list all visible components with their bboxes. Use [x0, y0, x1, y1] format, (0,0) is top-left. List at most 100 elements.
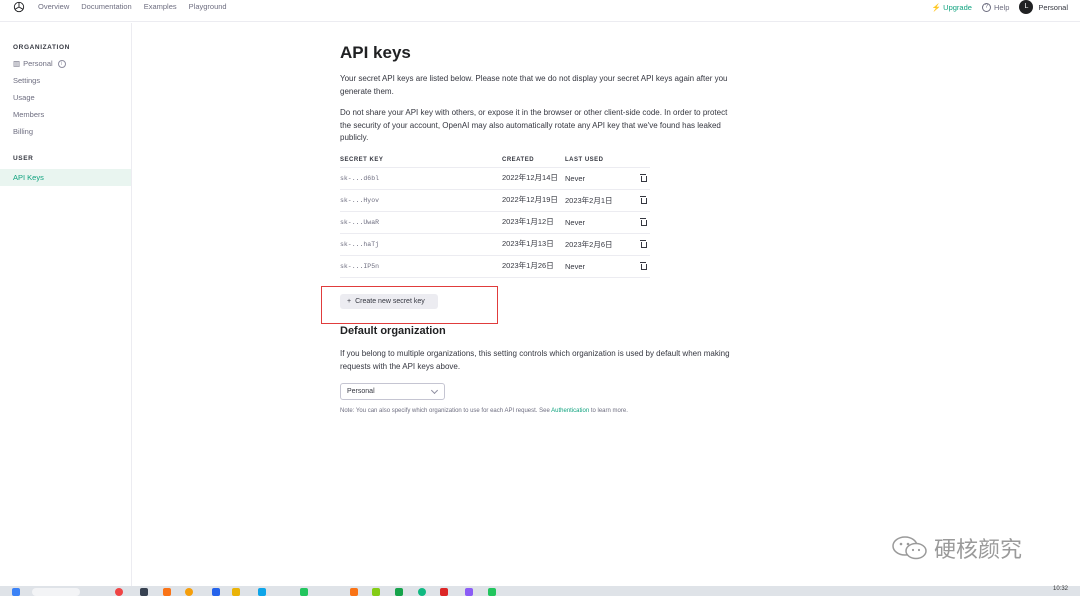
table-row: sk-...Hyov 2022年12月19日 2023年2月1日: [340, 189, 650, 212]
note-suffix: to learn more.: [589, 408, 628, 414]
delete-cell: [635, 255, 650, 278]
taskbar: 10:32: [0, 586, 1080, 596]
page-title: API keys: [340, 43, 411, 62]
taskbar-app-icon[interactable]: [488, 588, 496, 596]
sidebar-heading-user: USER: [13, 155, 34, 162]
default-organization-text: If you belong to multiple organizations,…: [340, 349, 730, 371]
taskbar-clock: 10:32: [1052, 586, 1068, 592]
taskbar-app-icon[interactable]: [465, 588, 473, 596]
last-used-cell: Never: [565, 167, 635, 190]
create-button-label: Create new secret key: [355, 298, 425, 305]
taskbar-app-icon[interactable]: [212, 588, 220, 596]
key-cell: sk-...d6bl: [340, 167, 502, 190]
sidebar-org-name: Personal: [23, 59, 53, 68]
created-cell: 2023年1月13日: [502, 233, 565, 256]
last-used-cell: 2023年2月1日: [565, 189, 635, 212]
nav-documentation[interactable]: Documentation: [81, 2, 131, 11]
sidebar-item-members[interactable]: Members: [13, 110, 44, 119]
taskbar-app-icon[interactable]: [350, 588, 358, 596]
table-header-row: SECRET KEY CREATED LAST USED: [340, 153, 650, 168]
trash-icon[interactable]: [639, 261, 647, 270]
trash-icon[interactable]: [639, 173, 647, 182]
taskbar-app-icon[interactable]: [232, 588, 240, 596]
taskbar-app-icon[interactable]: [140, 588, 148, 596]
delete-cell: [635, 211, 650, 234]
trash-icon[interactable]: [639, 217, 647, 226]
created-cell: 2022年12月14日: [502, 167, 565, 190]
intro-text: Your secret API keys are listed below. P…: [340, 74, 728, 96]
nav-overview[interactable]: Overview: [38, 2, 69, 11]
taskbar-app-icon[interactable]: [185, 588, 193, 596]
help-label: Help: [993, 2, 1010, 12]
note-text: Note: You can also specify which organiz…: [340, 408, 628, 414]
openai-logo-icon[interactable]: [12, 0, 26, 14]
nav-links: Overview Documentation Examples Playgrou…: [38, 2, 227, 11]
chevron-down-icon: [430, 386, 439, 395]
delete-cell: [635, 167, 650, 190]
taskbar-app-icon[interactable]: [440, 588, 448, 596]
sidebar-item-api-keys-label: API Keys: [13, 173, 44, 182]
info-icon[interactable]: i: [57, 59, 66, 68]
nav-examples[interactable]: Examples: [144, 2, 177, 11]
upgrade-link[interactable]: ⚡ Upgrade: [932, 3, 972, 12]
avatar: L: [1019, 0, 1034, 14]
header-created: CREATED: [502, 153, 565, 168]
key-cell: sk-...haTj: [340, 233, 502, 256]
taskbar-app-icon[interactable]: [115, 588, 123, 596]
taskbar-app-icon[interactable]: [372, 588, 380, 596]
last-used-cell: Never: [565, 211, 635, 234]
key-cell: sk-...IP5n: [340, 255, 502, 278]
taskbar-app-icon[interactable]: [258, 588, 266, 596]
taskbar-search-box[interactable]: [32, 588, 80, 596]
table-row: sk-...d6bl 2022年12月14日 Never: [340, 167, 650, 190]
organization-select-value: Personal: [347, 388, 375, 395]
nav-right: ⚡ Upgrade ? Help L Personal: [932, 0, 1068, 14]
user-menu[interactable]: L Personal: [1019, 0, 1068, 14]
delete-cell: [635, 189, 650, 212]
authentication-link[interactable]: Authentication: [551, 408, 589, 414]
nav-playground[interactable]: Playground: [189, 2, 227, 11]
windows-start-icon[interactable]: [12, 588, 20, 596]
taskbar-app-icon[interactable]: [163, 588, 171, 596]
building-icon: ▥: [13, 59, 21, 68]
create-new-secret-key-button[interactable]: + Create new secret key: [340, 294, 438, 309]
taskbar-app-icon[interactable]: [395, 588, 403, 596]
help-link[interactable]: ? Help: [981, 2, 1010, 12]
delete-cell: [635, 233, 650, 256]
top-navigation: Overview Documentation Examples Playgrou…: [0, 0, 1080, 22]
header-last-used: LAST USED: [565, 153, 635, 168]
sidebar-item-billing[interactable]: Billing: [13, 127, 33, 136]
created-cell: 2023年1月12日: [502, 211, 565, 234]
taskbar-app-icon[interactable]: [300, 588, 308, 596]
help-icon: ?: [981, 2, 991, 12]
created-cell: 2022年12月19日: [502, 189, 565, 212]
header-actions: [635, 153, 650, 168]
sidebar-heading-organization: ORGANIZATION: [13, 44, 70, 51]
table-row: sk-...haTj 2023年1月13日 2023年2月6日: [340, 233, 650, 256]
warning-text: Do not share your API key with others, o…: [340, 108, 728, 142]
key-cell: sk-...UwaR: [340, 211, 502, 234]
trash-icon[interactable]: [639, 195, 647, 204]
last-used-cell: Never: [565, 255, 635, 278]
organization-select[interactable]: Personal: [340, 383, 445, 400]
sidebar: ORGANIZATION ▥ Personal i Settings Usage…: [0, 23, 132, 586]
sidebar-item-personal[interactable]: ▥ Personal i: [13, 59, 66, 68]
wechat-icon: [892, 536, 927, 560]
sidebar-item-api-keys[interactable]: API Keys: [0, 169, 131, 186]
header-secret-key: SECRET KEY: [340, 153, 502, 168]
created-cell: 2023年1月26日: [502, 255, 565, 278]
upgrade-label: Upgrade: [943, 2, 972, 12]
plus-icon: +: [347, 298, 352, 305]
api-keys-table: SECRET KEY CREATED LAST USED sk-...d6bl …: [340, 153, 650, 278]
default-organization-title: Default organization: [340, 325, 446, 337]
key-cell: sk-...Hyov: [340, 189, 502, 212]
note-prefix: Note: You can also specify which organiz…: [340, 408, 552, 414]
trash-icon[interactable]: [639, 239, 647, 248]
last-used-cell: 2023年2月6日: [565, 233, 635, 256]
taskbar-app-icon[interactable]: [418, 588, 426, 596]
watermark: 硬核颜究: [890, 532, 1022, 564]
sidebar-item-usage[interactable]: Usage: [13, 93, 35, 102]
watermark-text: 硬核颜究: [934, 537, 1023, 562]
user-label: Personal: [1038, 2, 1068, 12]
sidebar-item-settings[interactable]: Settings: [13, 76, 40, 85]
